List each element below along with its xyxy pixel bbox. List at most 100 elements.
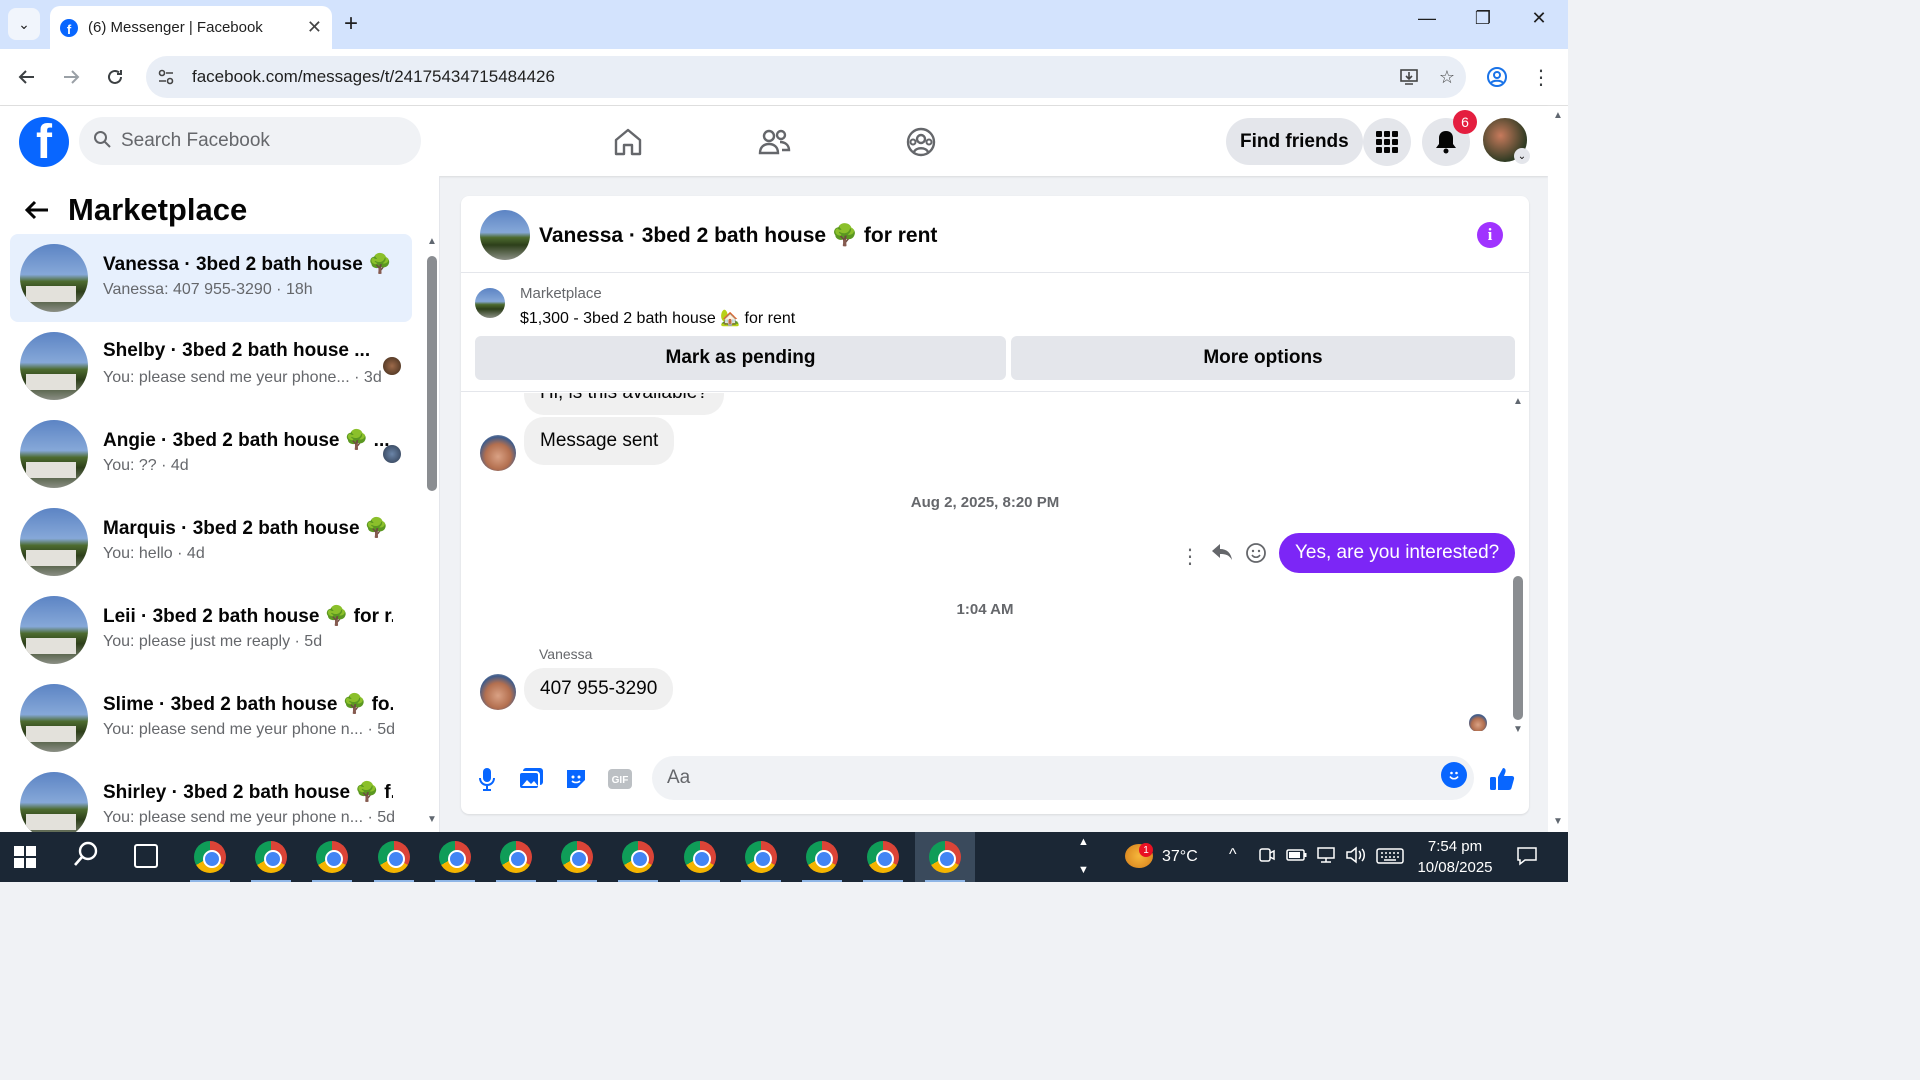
- taskbar-chrome-app[interactable]: [670, 832, 730, 882]
- conversations-scrollbar[interactable]: ▲ ▼: [427, 236, 437, 826]
- taskbar-chrome-app[interactable]: [608, 832, 668, 882]
- reply-icon[interactable]: [1211, 542, 1233, 568]
- chat-scrollbar[interactable]: ▲ ▼: [1513, 396, 1523, 736]
- keyboard-icon[interactable]: [1376, 847, 1404, 870]
- taskbar-chrome-app[interactable]: [364, 832, 424, 882]
- marketplace-conversations-panel: Marketplace Vanessa · 3bed 2 bath house …: [0, 176, 440, 840]
- groups-icon[interactable]: [899, 120, 943, 164]
- message-input[interactable]: [667, 767, 1427, 789]
- address-bar[interactable]: facebook.com/messages/t/2417543471548442…: [146, 56, 1466, 98]
- conversation-item[interactable]: Angie · 3bed 2 bath house 🌳 ... You: ?? …: [10, 410, 412, 498]
- scroll-up-arrow-icon[interactable]: ▲: [427, 236, 437, 247]
- scroll-up-arrow-icon[interactable]: ▲: [1513, 396, 1523, 407]
- action-center-icon[interactable]: [1516, 845, 1538, 872]
- restore-window-icon[interactable]: ❐: [1468, 8, 1498, 29]
- sender-avatar[interactable]: [480, 435, 516, 471]
- more-options-button[interactable]: More options: [1011, 336, 1515, 380]
- gif-icon[interactable]: GIF: [606, 765, 634, 793]
- conversation-item[interactable]: Vanessa · 3bed 2 bath house 🌳 ... Vaness…: [10, 234, 412, 322]
- scroll-down-arrow-icon[interactable]: ▼: [1553, 816, 1563, 827]
- listing-avatar[interactable]: [480, 210, 530, 260]
- scroll-down-arrow-icon[interactable]: ▼: [1513, 724, 1523, 735]
- find-friends-button[interactable]: Find friends: [1226, 118, 1363, 165]
- taskbar-chrome-app[interactable]: [302, 832, 362, 882]
- back-arrow-icon[interactable]: [24, 196, 50, 228]
- facebook-logo-icon[interactable]: f: [19, 117, 69, 167]
- windows-start-icon[interactable]: [10, 842, 40, 872]
- profile-icon[interactable]: [1481, 61, 1513, 93]
- conversation-item[interactable]: Leii · 3bed 2 bath house 🌳 for r... You:…: [10, 586, 412, 674]
- listing-thumbnail: [20, 244, 88, 312]
- forward-arrow-icon[interactable]: [55, 61, 87, 93]
- scroll-down-arrow-icon[interactable]: ▼: [427, 814, 437, 825]
- scroll-up-arrow-icon[interactable]: ▲: [1553, 110, 1563, 121]
- show-hidden-icons-chevron-up-icon[interactable]: ^: [1229, 846, 1237, 864]
- taskbar-chrome-app[interactable]: [853, 832, 913, 882]
- home-icon[interactable]: [606, 120, 650, 164]
- react-smiley-icon[interactable]: [1245, 542, 1267, 570]
- sticker-icon[interactable]: [562, 765, 590, 793]
- taskbar-clock[interactable]: 7:54 pm 10/08/2025: [1410, 836, 1500, 878]
- info-icon[interactable]: i: [1477, 222, 1503, 248]
- more-actions-icon[interactable]: ⋮: [1180, 544, 1200, 569]
- taskbar-chrome-app[interactable]: [731, 832, 791, 882]
- chat-title[interactable]: Vanessa · 3bed 2 bath house 🌳 for rent: [539, 224, 937, 248]
- taskbar-chrome-app[interactable]: [792, 832, 852, 882]
- taskbar-scroll-up-icon[interactable]: ▲: [1078, 836, 1089, 848]
- taskbar-chrome-app[interactable]: [180, 832, 240, 882]
- page-scrollbar[interactable]: ▲ ▼: [1548, 106, 1568, 832]
- mark-as-pending-button[interactable]: Mark as pending: [475, 336, 1006, 380]
- new-tab-button[interactable]: +: [344, 10, 358, 38]
- conversation-item[interactable]: Marquis · 3bed 2 bath house 🌳 ... You: h…: [10, 498, 412, 586]
- tab-title: (6) Messenger | Facebook: [88, 19, 263, 36]
- taskbar-chrome-app[interactable]: [486, 832, 546, 882]
- back-arrow-icon[interactable]: [11, 61, 43, 93]
- message-input-container[interactable]: [652, 756, 1474, 800]
- chrome-icon: [561, 841, 593, 873]
- listing-description[interactable]: $1,300 - 3bed 2 bath house 🏡 for rent: [520, 308, 795, 328]
- menu-grid-icon[interactable]: [1363, 118, 1411, 166]
- browser-menu-icon[interactable]: ⋮: [1525, 61, 1557, 93]
- taskbar-chrome-app[interactable]: [547, 832, 607, 882]
- listing-thumbnail[interactable]: [475, 288, 505, 318]
- meet-now-icon[interactable]: [1258, 846, 1276, 869]
- scrollbar-thumb[interactable]: [1513, 576, 1523, 720]
- taskbar-chrome-app-active[interactable]: [915, 832, 975, 882]
- reload-icon[interactable]: [99, 61, 131, 93]
- taskbar-chrome-app[interactable]: [241, 832, 301, 882]
- bookmark-star-icon[interactable]: ☆: [1428, 67, 1466, 88]
- photo-icon[interactable]: [517, 765, 545, 793]
- sender-avatar[interactable]: [480, 674, 516, 710]
- close-window-icon[interactable]: ✕: [1524, 8, 1554, 29]
- conversation-name: Shelby · 3bed 2 bath house ...: [103, 340, 371, 361]
- friends-icon[interactable]: [752, 120, 796, 164]
- listing-thumbnail: [20, 772, 88, 840]
- taskbar-chrome-app[interactable]: [425, 832, 485, 882]
- account-chevron-down-icon[interactable]: ⌄: [1514, 148, 1530, 164]
- taskbar-search-icon[interactable]: [72, 840, 100, 875]
- scrollbar-thumb[interactable]: [427, 256, 437, 491]
- network-icon[interactable]: [1315, 846, 1337, 869]
- conversation-name: Vanessa · 3bed 2 bath house 🌳 ...: [103, 254, 393, 275]
- install-app-icon[interactable]: [1390, 67, 1428, 87]
- site-info-icon[interactable]: [146, 68, 186, 86]
- tab-close-icon[interactable]: ✕: [307, 17, 322, 38]
- minimize-window-icon[interactable]: —: [1412, 8, 1442, 29]
- sender-name: Vanessa: [539, 646, 593, 662]
- microphone-icon[interactable]: [473, 765, 501, 793]
- conversation-item[interactable]: Shelby · 3bed 2 bath house ... You: plea…: [10, 322, 412, 410]
- tab-search-dropdown[interactable]: ⌄: [8, 8, 40, 40]
- thumbs-up-icon[interactable]: [1488, 765, 1516, 793]
- browser-tab-messenger[interactable]: f (6) Messenger | Facebook ✕: [50, 6, 332, 49]
- task-view-icon[interactable]: [134, 844, 158, 868]
- taskbar-scroll-down-icon[interactable]: ▼: [1078, 864, 1089, 876]
- temperature[interactable]: 37°C: [1162, 848, 1198, 866]
- emoji-icon[interactable]: [1441, 762, 1467, 788]
- chrome-icon: [439, 841, 471, 873]
- message-bubble-incoming: 407 955-3290: [524, 668, 674, 710]
- conversation-item[interactable]: Slime · 3bed 2 bath house 🌳 fo... You: p…: [10, 674, 412, 762]
- battery-icon[interactable]: [1286, 846, 1308, 869]
- facebook-search[interactable]: [79, 117, 421, 165]
- search-input[interactable]: [121, 130, 401, 152]
- volume-icon[interactable]: [1345, 846, 1367, 869]
